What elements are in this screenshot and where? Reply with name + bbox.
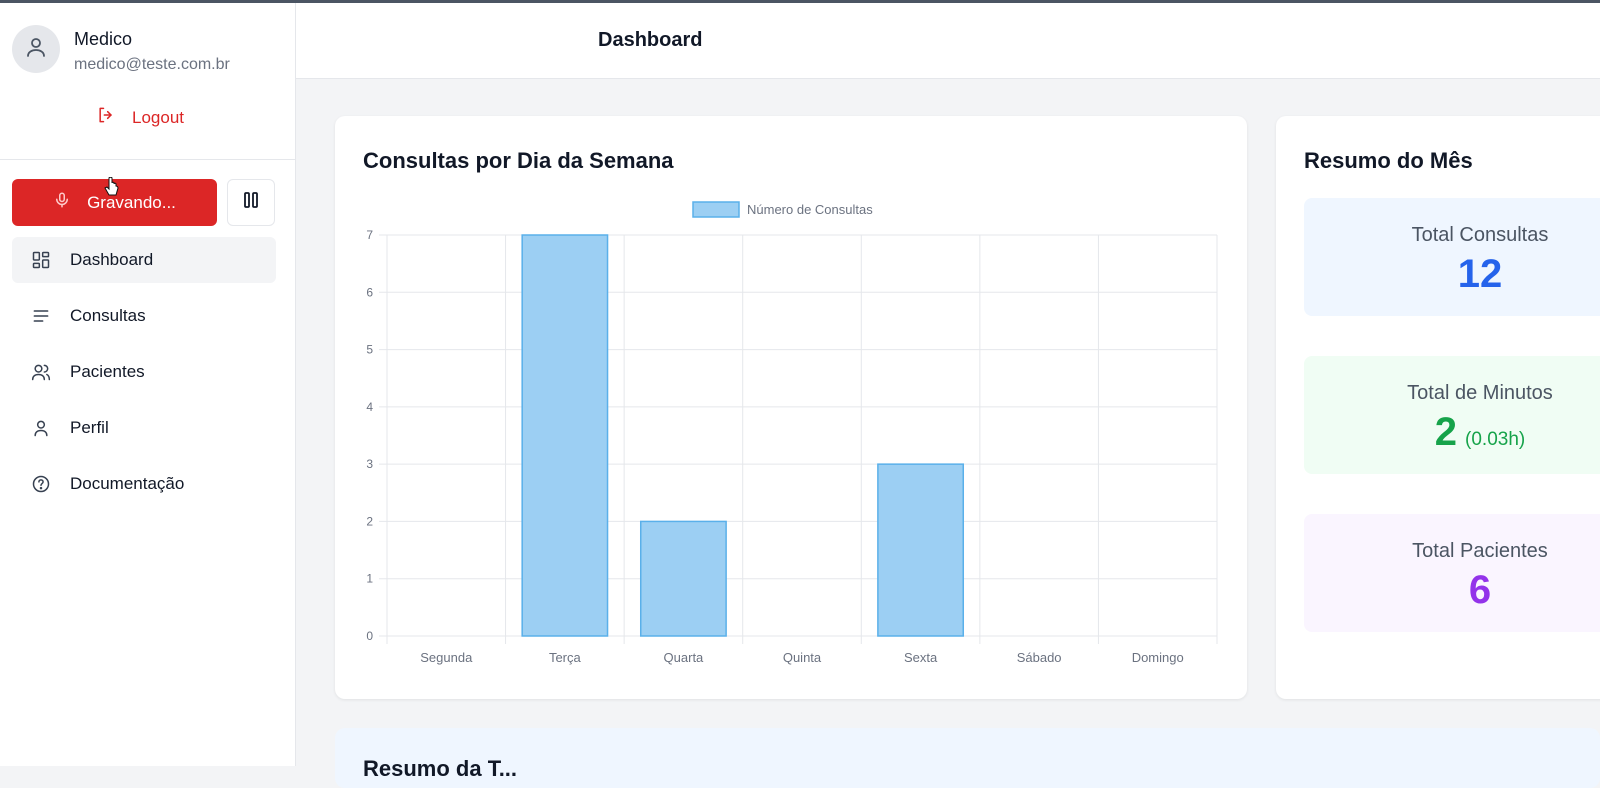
y-tick-label: 6	[366, 285, 373, 299]
list-icon	[30, 305, 52, 327]
sidebar-item-documentacao[interactable]: Documentação	[12, 461, 276, 507]
sidebar-item-consultas[interactable]: Consultas	[12, 293, 276, 339]
user-avatar-icon	[24, 35, 48, 64]
user-profile: Medico medico@teste.com.br	[12, 25, 230, 74]
chart-card: Consultas por Dia da Semana 0 1 2 3 4 5 6 7 Segu…	[335, 116, 1247, 699]
stat-value: 6	[1468, 568, 1492, 612]
x-tick-label: Domingo	[1132, 650, 1184, 665]
sidebar: Medico medico@teste.com.br Logout Gravan…	[0, 3, 296, 766]
stat-value: 2 (0.03h)	[1304, 410, 1600, 455]
legend-swatch	[692, 201, 740, 218]
user-email: medico@teste.com.br	[74, 56, 230, 73]
sidebar-item-pacientes[interactable]: Pacientes	[12, 349, 276, 395]
top-header: Dashboard	[296, 3, 1600, 79]
stat-total-consultas: Total Consultas 12	[1304, 198, 1600, 316]
bar	[877, 463, 965, 637]
sidebar-item-label: Pacientes	[70, 362, 145, 381]
bar	[521, 234, 609, 637]
users-icon	[30, 361, 52, 383]
y-tick-label: 4	[366, 400, 373, 414]
sidebar-item-label: Documentação	[70, 474, 185, 493]
stat-value: 12	[1457, 252, 1503, 296]
user-name: Medico	[74, 29, 133, 49]
sidebar-item-label: Perfil	[70, 418, 109, 437]
page-title: Dashboard	[598, 29, 703, 51]
y-tick-label: 1	[366, 572, 373, 586]
x-tick-label: Sexta	[904, 650, 938, 665]
pause-button[interactable]	[227, 179, 275, 226]
y-tick-label: 7	[366, 228, 373, 242]
stat-label: Total Consultas	[1411, 224, 1549, 246]
stat-total-pacientes: Total Pacientes 6	[1304, 514, 1600, 632]
stat-label: Total de Minutos	[1407, 382, 1553, 404]
stat-total-minutos: Total de Minutos 2 (0.03h)	[1304, 356, 1600, 474]
legend-label: Número de Consultas	[747, 202, 873, 217]
sidebar-item-label: Dashboard	[70, 250, 154, 269]
summary-card: Resumo do Mês Total Consultas 12 Total d…	[1276, 116, 1600, 699]
avatar	[12, 25, 60, 73]
logout-button[interactable]: Logout	[96, 105, 184, 130]
microphone-icon	[53, 191, 87, 214]
x-tick-label: Quarta	[664, 650, 705, 665]
bar	[639, 520, 727, 637]
pause-icon	[243, 191, 259, 214]
help-circle-icon	[30, 473, 52, 495]
user-icon	[30, 417, 52, 439]
bar-chart: 0 1 2 3 4 5 6 7 Segunda Terça Quarta Quinta Sexta Sáb…	[366, 201, 1218, 665]
bottom-card: Resumo da T...	[335, 728, 1600, 788]
x-tick-label: Sábado	[1017, 650, 1062, 665]
sidebar-item-label: Consultas	[70, 306, 146, 325]
x-tick-label: Terça	[549, 650, 582, 665]
bottom-card-title: Resumo da T...	[363, 756, 518, 781]
stat-hours: (0.03h)	[1465, 429, 1526, 450]
y-tick-label: 3	[366, 457, 373, 471]
sidebar-item-dashboard[interactable]: Dashboard	[12, 237, 276, 283]
dashboard-icon	[30, 249, 52, 271]
stat-label: Total Pacientes	[1412, 540, 1548, 562]
logout-label: Logout	[132, 107, 184, 127]
y-tick-label: 0	[366, 629, 373, 643]
y-tick-label: 2	[366, 514, 373, 528]
logout-icon	[96, 105, 132, 130]
stat-number: 2	[1434, 410, 1458, 454]
sidebar-nav: Dashboard Consultas Pacientes Perfil Doc…	[12, 237, 276, 517]
x-tick-label: Segunda	[420, 650, 473, 665]
summary-title: Resumo do Mês	[1304, 148, 1473, 173]
recording-label: Gravando...	[87, 192, 176, 212]
sidebar-divider	[0, 159, 295, 160]
sidebar-item-perfil[interactable]: Perfil	[12, 405, 276, 451]
y-tick-label: 5	[366, 343, 373, 357]
x-tick-label: Quinta	[783, 650, 822, 665]
mouse-cursor-icon	[104, 176, 120, 202]
